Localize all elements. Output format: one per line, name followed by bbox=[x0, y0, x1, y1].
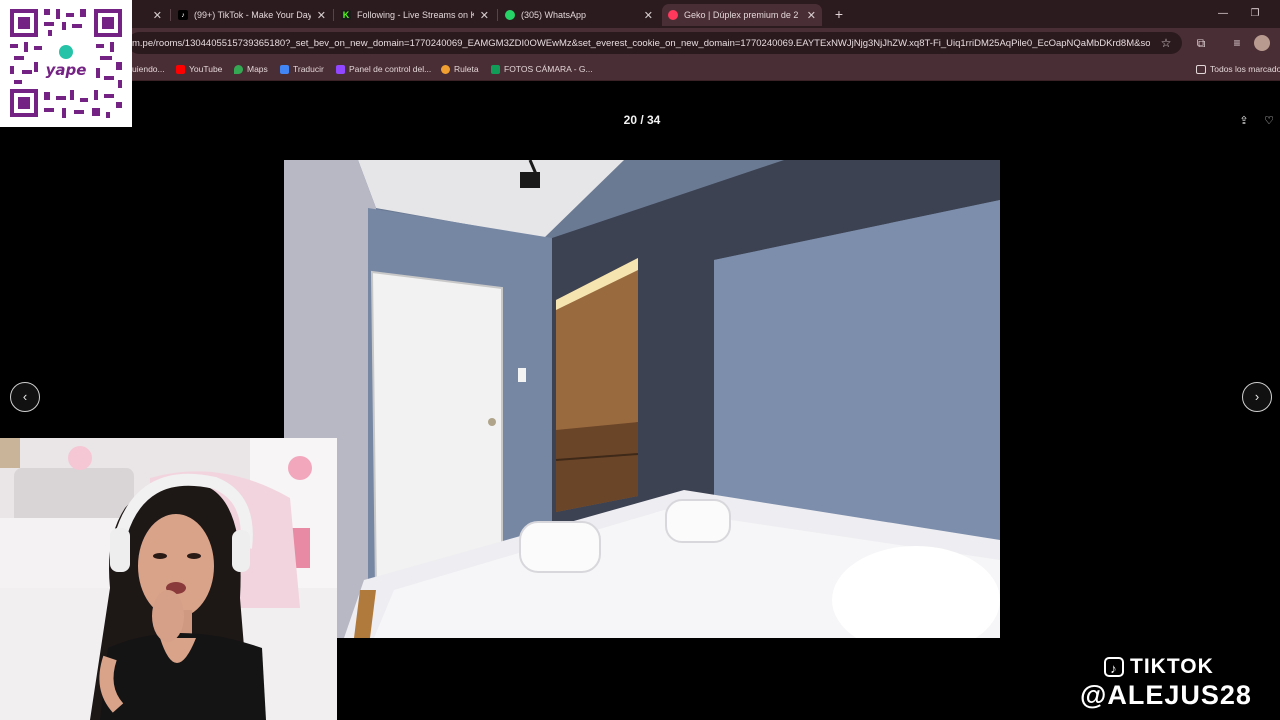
profile-avatar[interactable] bbox=[1254, 35, 1270, 51]
kick-icon: K bbox=[341, 10, 351, 20]
folder-icon bbox=[1196, 64, 1206, 74]
tiktok-icon: ♪ bbox=[178, 10, 188, 20]
minimize-button[interactable]: — bbox=[1208, 4, 1238, 24]
wheel-icon bbox=[441, 64, 450, 74]
restore-button[interactable]: ❐ bbox=[1240, 4, 1270, 24]
photo-counter: 20 / 34 bbox=[623, 113, 661, 127]
all-bookmarks-folder[interactable]: Todos los marcado bbox=[1196, 61, 1280, 77]
new-tab-button[interactable]: + bbox=[830, 4, 848, 24]
bookmark-label: uiendo... bbox=[132, 64, 165, 74]
close-icon[interactable]: ✕ bbox=[317, 9, 326, 22]
close-icon[interactable]: ✕ bbox=[807, 9, 816, 22]
yape-logo: yape bbox=[46, 61, 87, 79]
tab-title: (305) WhatsApp bbox=[521, 10, 587, 20]
close-icon[interactable]: ✕ bbox=[644, 9, 653, 22]
tab-kick[interactable]: K Following - Live Streams on Kick ✕ bbox=[335, 4, 495, 26]
tiktok-icon: ♪ bbox=[1104, 657, 1124, 677]
bookmark-item[interactable]: uiendo... bbox=[132, 61, 165, 77]
bookmark-label: Maps bbox=[247, 64, 268, 74]
watermark-line1: TIKTOK bbox=[1130, 655, 1214, 678]
close-icon[interactable]: ✕ bbox=[153, 9, 162, 22]
airbnb-icon bbox=[668, 10, 678, 20]
bookmark-ruleta[interactable]: Ruleta bbox=[441, 61, 479, 77]
close-icon[interactable]: ✕ bbox=[480, 9, 489, 22]
bookmark-drive[interactable]: FOTOS CÁMARA - G... bbox=[491, 61, 593, 77]
tiktok-watermark: ♪ TIKTOK bbox=[1104, 655, 1254, 679]
tab-0[interactable]: ✕ bbox=[132, 4, 168, 26]
bookmark-star-icon[interactable]: ☆ bbox=[1157, 34, 1175, 52]
streamer-webcam bbox=[0, 438, 337, 720]
next-photo-button[interactable]: › bbox=[1242, 382, 1272, 412]
heart-icon[interactable]: ♡ bbox=[1261, 113, 1277, 129]
tab-tiktok[interactable]: ♪ (99+) TikTok - Make Your Day ✕ bbox=[172, 4, 332, 26]
bookmark-label: Panel de control del... bbox=[349, 64, 432, 74]
bookmark-label: YouTube bbox=[189, 64, 223, 74]
bookmark-youtube[interactable]: YouTube bbox=[176, 61, 222, 77]
bookmark-label: Todos los marcado bbox=[1210, 64, 1280, 74]
tab-title: Following - Live Streams on Kick bbox=[357, 10, 474, 20]
tab-separator bbox=[170, 9, 171, 21]
drive-icon bbox=[491, 64, 500, 74]
bookmark-translate[interactable]: Traducir bbox=[280, 61, 324, 77]
bookmark-label: FOTOS CÁMARA - G... bbox=[504, 64, 593, 74]
tab-separator bbox=[333, 9, 334, 21]
bookmark-maps[interactable]: Maps bbox=[234, 61, 268, 77]
chevron-left-icon: ‹ bbox=[22, 389, 28, 404]
tab-separator bbox=[497, 9, 498, 21]
youtube-icon bbox=[176, 64, 185, 74]
tiktok-handle: @ALEJUS28 bbox=[1080, 680, 1252, 710]
media-control-icon[interactable]: ≡ bbox=[1228, 34, 1246, 52]
share-icon[interactable]: ⇪ bbox=[1236, 113, 1252, 129]
twitch-icon bbox=[336, 64, 345, 74]
tab-whatsapp[interactable]: (305) WhatsApp ✕ bbox=[499, 4, 659, 26]
whatsapp-icon bbox=[505, 10, 515, 20]
chevron-right-icon: › bbox=[1254, 389, 1260, 404]
bookmark-label: Traducir bbox=[293, 64, 324, 74]
maps-icon bbox=[234, 64, 243, 74]
extensions-icon[interactable]: ⧉ bbox=[1192, 34, 1210, 52]
tab-airbnb-active[interactable]: Geko | Dúplex premium de 2 dorm ✕ bbox=[662, 4, 822, 26]
bookmark-twitch-panel[interactable]: Panel de control del... bbox=[336, 61, 431, 77]
url-text[interactable]: m.pe/rooms/1304405515739365180?_set_bev_… bbox=[132, 37, 1150, 51]
bookmark-label: Ruleta bbox=[454, 64, 479, 74]
translate-icon bbox=[280, 64, 289, 74]
tab-title: Geko | Dúplex premium de 2 dorm bbox=[684, 10, 801, 20]
listing-photo bbox=[284, 160, 1000, 638]
tab-title: (99+) TikTok - Make Your Day bbox=[194, 10, 311, 20]
yape-qr-code: yape bbox=[0, 0, 132, 127]
previous-photo-button[interactable]: ‹ bbox=[10, 382, 40, 412]
